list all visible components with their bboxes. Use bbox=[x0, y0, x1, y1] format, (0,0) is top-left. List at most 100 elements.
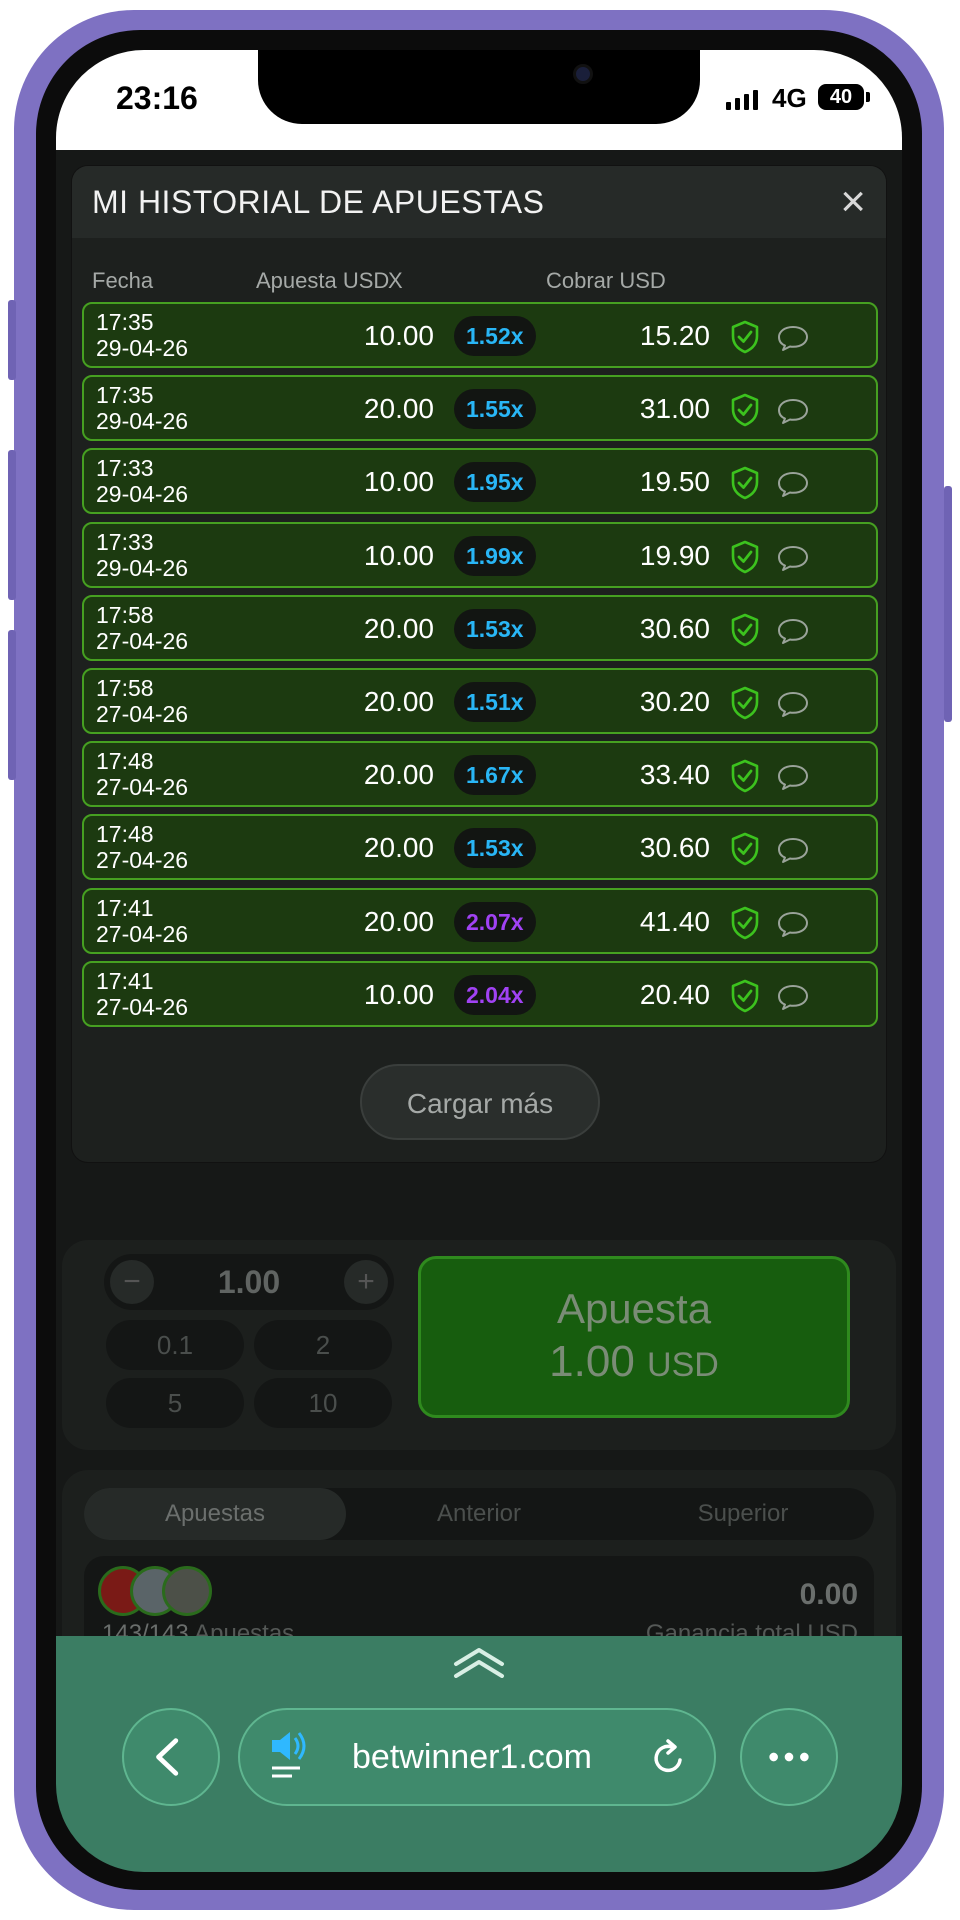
row-date: 27-04-26 bbox=[96, 701, 189, 727]
load-more-button[interactable]: Cargar más bbox=[360, 1064, 600, 1140]
row-time: 17:58 bbox=[96, 601, 154, 628]
row-date: 27-04-26 bbox=[96, 774, 189, 801]
shield-check-icon[interactable] bbox=[730, 979, 760, 1013]
row-date: 29-04-26 bbox=[96, 554, 189, 581]
history-row: 17:58 27-04-26 20.00 1.53x 30.60 bbox=[82, 594, 878, 661]
row-cashout: 15.20 bbox=[639, 320, 710, 351]
row-cashout: 33.40 bbox=[639, 759, 710, 791]
row-cashout: 19.50 bbox=[639, 466, 710, 498]
notch bbox=[258, 50, 700, 124]
history-row: 17:35 29-04-26 20.00 1.55x 31.00 bbox=[82, 375, 878, 442]
tab-bets[interactable]: Apuestas bbox=[84, 1488, 346, 1540]
stake-panel: − 1.00 + 0.1 2 5 10 Apuesta 1.00 USD bbox=[62, 1240, 896, 1450]
history-row: 17:33 29-04-26 10.00 1.99x 19.90 bbox=[82, 521, 878, 588]
more-button[interactable] bbox=[740, 1708, 838, 1806]
multiplier-badge: 1.55x bbox=[454, 389, 536, 430]
chat-bubble-icon[interactable] bbox=[776, 397, 810, 425]
chat-bubble-icon[interactable] bbox=[776, 470, 810, 498]
reload-icon[interactable] bbox=[648, 1738, 688, 1778]
stake-value[interactable]: 1.00 bbox=[184, 1264, 314, 1301]
row-time: 17:41 bbox=[96, 894, 154, 921]
chat-bubble-icon[interactable] bbox=[776, 617, 810, 645]
row-stake: 20.00 bbox=[363, 393, 434, 425]
multiplier-badge: 2.04x bbox=[454, 974, 536, 1015]
tab-top[interactable]: Superior bbox=[612, 1488, 874, 1540]
multiplier-badge: 1.51x bbox=[454, 682, 536, 722]
network-type: 4G bbox=[772, 83, 807, 113]
row-stake: 10.00 bbox=[363, 320, 434, 351]
shield-check-icon[interactable] bbox=[730, 393, 760, 427]
row-cashout: 30.60 bbox=[639, 612, 710, 644]
row-time: 17:33 bbox=[96, 455, 154, 482]
chat-bubble-icon[interactable] bbox=[776, 836, 810, 864]
phone-screen: − 1.00 + 0.1 2 5 10 Apuesta 1.00 USD Apu… bbox=[56, 50, 902, 1872]
column-header-cashout: Cobrar USD bbox=[546, 268, 666, 293]
history-row: 17:48 27-04-26 20.00 1.67x 33.40 bbox=[82, 741, 878, 808]
place-bet-button[interactable]: Apuesta 1.00 USD bbox=[418, 1256, 850, 1418]
modal-header: MI HISTORIAL DE APUESTAS × bbox=[72, 166, 886, 238]
shield-check-icon[interactable] bbox=[730, 759, 760, 793]
chat-bubble-icon[interactable] bbox=[776, 544, 810, 572]
back-button[interactable] bbox=[122, 1708, 220, 1806]
row-stake: 10.00 bbox=[363, 978, 434, 1010]
quick-stake-0.1[interactable]: 0.1 bbox=[106, 1320, 244, 1370]
shield-check-icon[interactable] bbox=[730, 320, 760, 354]
column-header-date: Fecha bbox=[92, 268, 154, 293]
more-icon bbox=[769, 1752, 809, 1762]
shield-check-icon[interactable] bbox=[730, 613, 760, 647]
back-icon bbox=[156, 1738, 179, 1776]
row-cashout: 30.60 bbox=[639, 832, 710, 864]
chevron-up-icon[interactable] bbox=[452, 1644, 506, 1678]
chat-bubble-icon[interactable] bbox=[776, 324, 810, 352]
quick-stake-10[interactable]: 10 bbox=[254, 1378, 392, 1428]
shield-check-icon[interactable] bbox=[730, 906, 760, 940]
total-winnings-value: 0.00 bbox=[799, 1578, 858, 1611]
bet-history-modal: MI HISTORIAL DE APUESTAS × Fecha Apuesta… bbox=[72, 166, 886, 1162]
decrease-button[interactable]: − bbox=[110, 1260, 154, 1304]
row-cashout: 19.90 bbox=[639, 539, 710, 571]
modal-title: MI HISTORIAL DE APUESTAS bbox=[92, 184, 545, 220]
bet-currency: USD bbox=[647, 1346, 719, 1384]
quick-stake-2[interactable]: 2 bbox=[254, 1320, 392, 1370]
close-icon[interactable]: × bbox=[840, 180, 866, 224]
address-bar[interactable]: betwinner1.com bbox=[238, 1708, 716, 1806]
multiplier-badge: 2.07x bbox=[454, 901, 536, 942]
increase-button[interactable]: + bbox=[344, 1260, 388, 1304]
row-cashout: 31.00 bbox=[639, 393, 710, 425]
row-date: 27-04-26 bbox=[96, 627, 189, 654]
quick-stake-5[interactable]: 5 bbox=[106, 1378, 244, 1428]
row-stake: 10.00 bbox=[363, 466, 434, 498]
row-date: 29-04-26 bbox=[96, 335, 189, 361]
shield-check-icon[interactable] bbox=[730, 686, 760, 720]
row-stake: 20.00 bbox=[363, 905, 434, 937]
shield-check-icon[interactable] bbox=[730, 832, 760, 866]
row-time: 17:48 bbox=[96, 821, 154, 848]
browser-toolbar: betwinner1.com bbox=[56, 1636, 902, 1872]
bets-tabs: Apuestas Anterior Superior bbox=[84, 1488, 874, 1540]
history-row: 17:33 29-04-26 10.00 1.95x 19.50 bbox=[82, 448, 878, 515]
status-bar: 23:16 4G 40 bbox=[56, 50, 902, 150]
row-time: 17:41 bbox=[96, 967, 154, 994]
row-cashout: 20.40 bbox=[639, 978, 710, 1010]
stake-stepper[interactable]: − 1.00 + bbox=[104, 1254, 394, 1310]
chat-bubble-icon[interactable] bbox=[776, 910, 810, 938]
volume-down-button bbox=[8, 630, 16, 780]
bet-button-amount: 1.00 USD bbox=[421, 1337, 847, 1387]
volume-up-button bbox=[8, 450, 16, 600]
chat-bubble-icon[interactable] bbox=[776, 690, 810, 718]
history-row: 17:35 29-04-26 10.00 1.52x 15.20 bbox=[82, 302, 878, 368]
multiplier-badge: 1.67x bbox=[454, 755, 536, 796]
front-camera bbox=[573, 64, 593, 84]
tab-previous[interactable]: Anterior bbox=[348, 1488, 610, 1540]
shield-check-icon[interactable] bbox=[730, 540, 760, 574]
shield-check-icon[interactable] bbox=[730, 466, 760, 500]
silent-switch bbox=[8, 300, 16, 380]
chat-bubble-icon[interactable] bbox=[776, 983, 810, 1011]
row-time: 17:48 bbox=[96, 748, 154, 775]
row-stake: 20.00 bbox=[363, 686, 434, 717]
row-date: 27-04-26 bbox=[96, 847, 189, 874]
speaker-icon bbox=[272, 1732, 306, 1778]
row-stake: 10.00 bbox=[363, 539, 434, 571]
row-time: 17:35 bbox=[96, 382, 154, 409]
chat-bubble-icon[interactable] bbox=[776, 763, 810, 791]
